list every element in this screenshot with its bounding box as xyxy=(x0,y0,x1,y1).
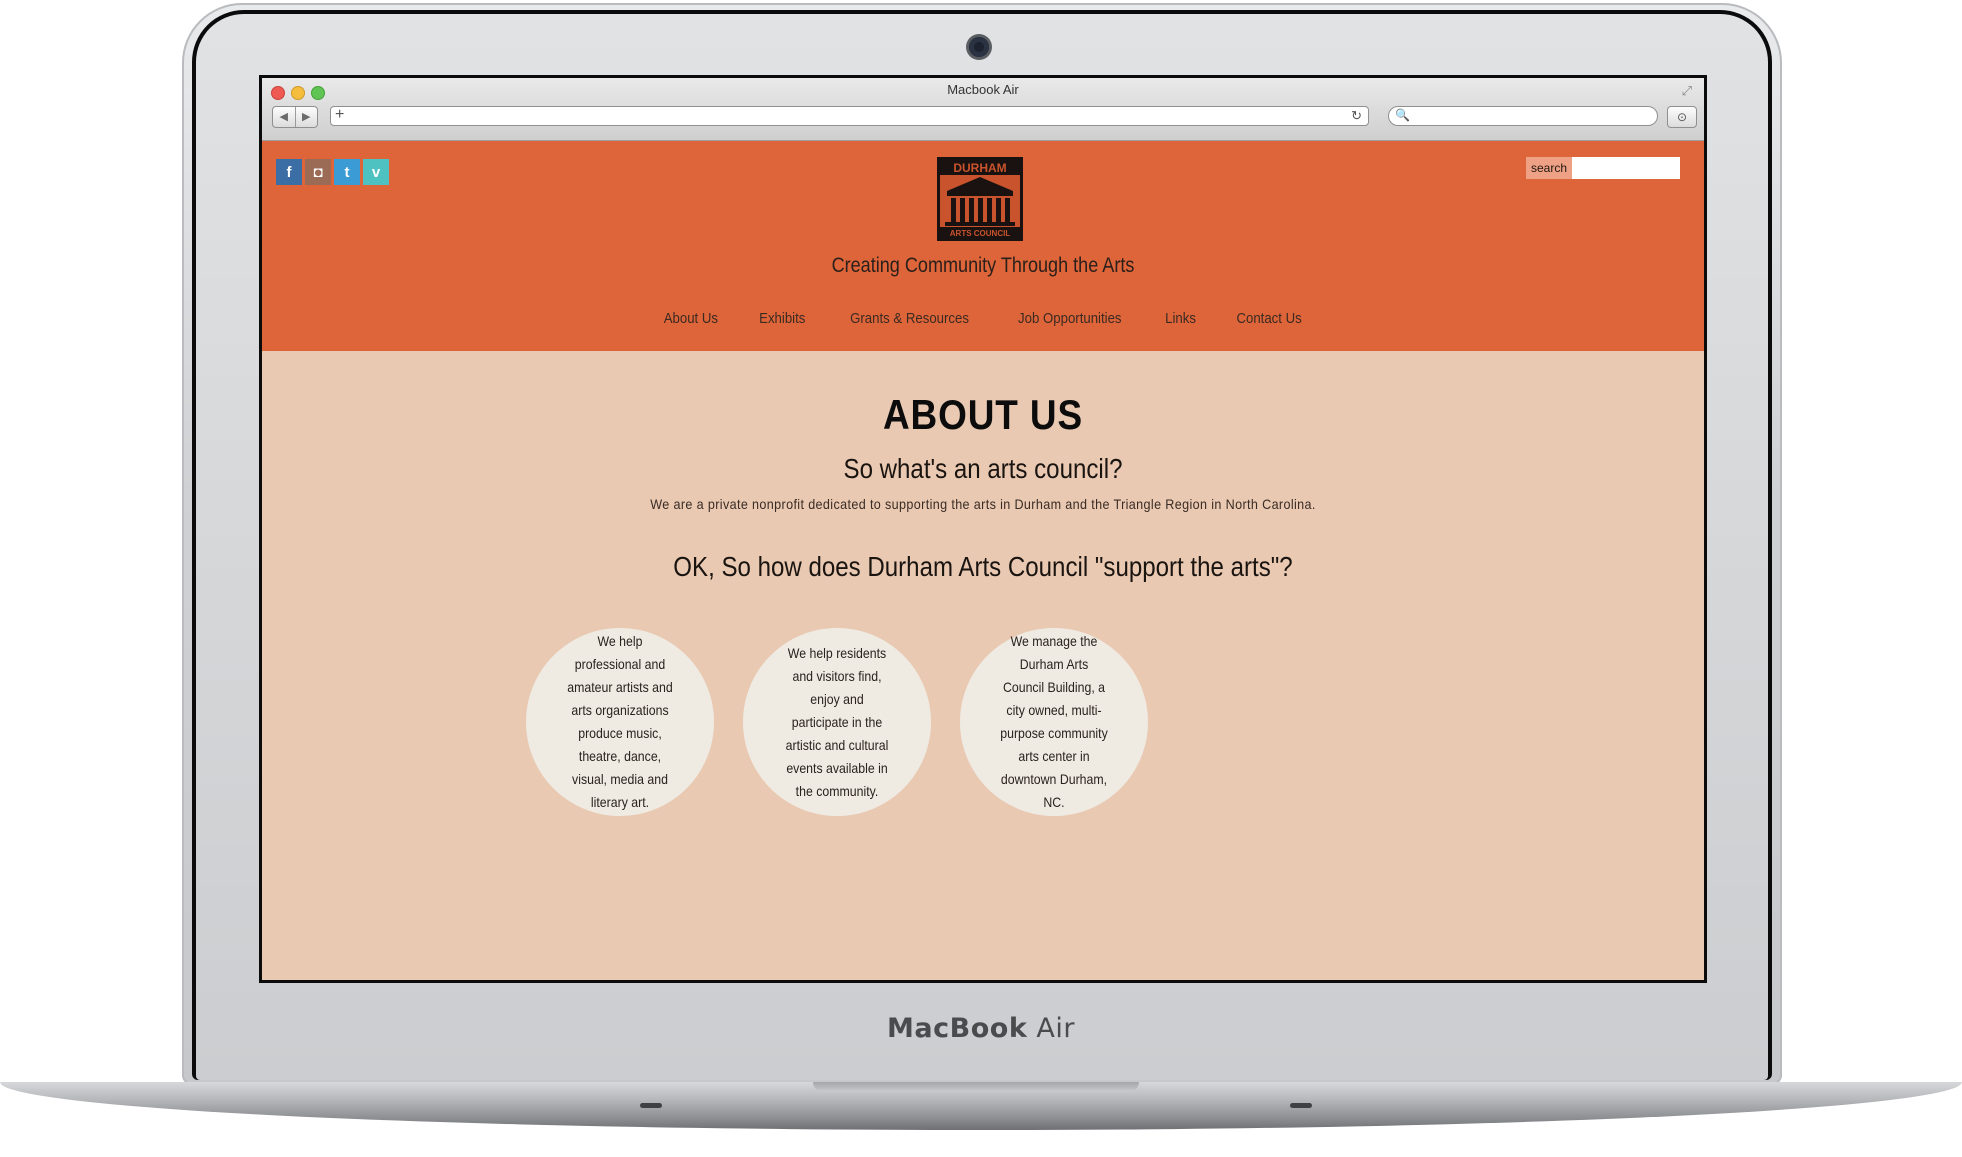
laptop-foot xyxy=(1290,1103,1312,1108)
nav-grants-resources[interactable]: Grants & Resources xyxy=(850,310,969,327)
laptop-foot xyxy=(640,1103,662,1108)
address-bar[interactable]: + ↻ xyxy=(330,106,1369,126)
vimeo-icon[interactable]: v xyxy=(363,159,389,185)
main-navigation: About Us Exhibits Grants & Resources Job… xyxy=(262,310,1704,327)
fullscreen-icon[interactable]: ⤢ xyxy=(1682,83,1692,99)
site-tagline: Creating Community Through the Arts xyxy=(831,254,1135,277)
nav-about-us[interactable]: About Us xyxy=(664,310,718,327)
history-buttons: ◀ ▶ xyxy=(272,106,318,128)
camera-icon xyxy=(969,37,989,57)
info-circle-text: We help residents and visitors find, enj… xyxy=(785,644,889,799)
downloads-button[interactable]: ⊙ xyxy=(1667,106,1697,128)
back-button[interactable]: ◀ xyxy=(273,107,295,127)
intro-paragraph: We are a private nonprofit dedicated to … xyxy=(650,496,1316,512)
search-icon: 🔍 xyxy=(1395,108,1410,122)
info-circle-building: We manage the Durham Arts Council Buildi… xyxy=(960,628,1148,816)
laptop-screen: Macbook Air ⤢ ◀ ▶ + ↻ 🔍 ⊙ f ◘ t v DURHAM… xyxy=(259,75,1707,983)
facebook-icon[interactable]: f xyxy=(276,159,302,185)
laptop-brand: MacBook Air xyxy=(0,1013,1962,1044)
svg-text:ARTS COUNCIL: ARTS COUNCIL xyxy=(950,229,1011,238)
nav-job-opportunities[interactable]: Job Opportunities xyxy=(1018,310,1121,327)
nav-exhibits[interactable]: Exhibits xyxy=(759,310,805,327)
webpage: f ◘ t v DURHAM ARTS COUNCIL Creating Com… xyxy=(262,141,1704,980)
question-heading-2: OK, So how does Durham Arts Council "sup… xyxy=(673,551,1293,582)
forward-button[interactable]: ▶ xyxy=(294,107,318,127)
site-header: f ◘ t v DURHAM ARTS COUNCIL Creating Com… xyxy=(262,141,1704,351)
info-circle-residents: We help residents and visitors find, enj… xyxy=(743,628,931,816)
add-bookmark-icon[interactable]: + xyxy=(335,106,344,124)
page-title: ABOUT US xyxy=(882,391,1084,438)
site-search-label: search xyxy=(1526,157,1572,179)
reload-icon[interactable]: ↻ xyxy=(1351,108,1362,124)
durham-arts-council-logo[interactable]: DURHAM ARTS COUNCIL xyxy=(937,157,1023,241)
lid-notch xyxy=(813,1082,1139,1092)
info-circle-artists: We help professional and amateur artists… xyxy=(526,628,714,816)
browser-search-field[interactable]: 🔍 xyxy=(1388,106,1658,126)
instagram-icon[interactable]: ◘ xyxy=(305,159,331,185)
brand-light: Air xyxy=(1027,1013,1075,1044)
info-circle-text: We help professional and amateur artists… xyxy=(567,633,673,810)
twitter-icon[interactable]: t xyxy=(334,159,360,185)
window-title: Macbook Air xyxy=(947,82,1019,97)
brand-bold: MacBook xyxy=(887,1013,1028,1044)
browser-titlebar: Macbook Air ⤢ ◀ ▶ + ↻ 🔍 ⊙ xyxy=(262,78,1704,141)
nav-links[interactable]: Links xyxy=(1165,310,1196,327)
question-heading-1: So what's an arts council? xyxy=(843,453,1123,484)
site-search-input[interactable] xyxy=(1572,157,1680,179)
info-circle-text: We manage the Durham Arts Council Buildi… xyxy=(1000,633,1108,810)
svg-text:DURHAM: DURHAM xyxy=(953,161,1006,175)
nav-contact-us[interactable]: Contact Us xyxy=(1236,310,1301,327)
